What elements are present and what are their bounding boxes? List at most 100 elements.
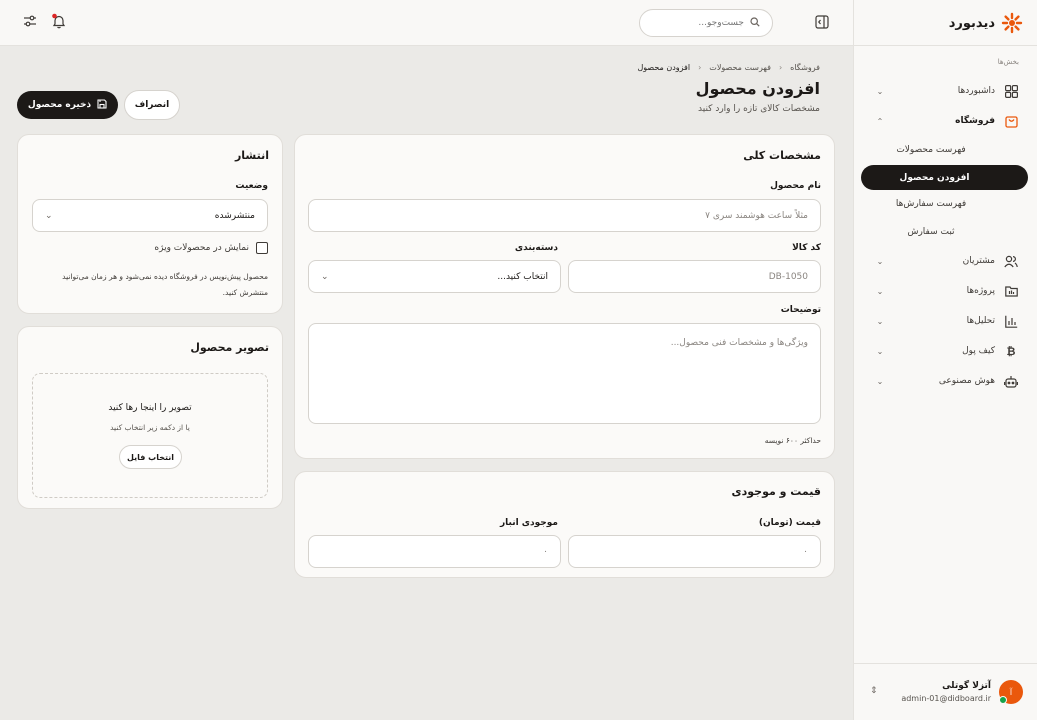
stock-value: ۰ xyxy=(543,546,548,557)
description-label: توضیحات xyxy=(780,305,821,315)
sidebar-item-wallet[interactable]: ₿ کیف پول ⌄ xyxy=(861,340,1027,362)
publish-card: انتشار وضعیت منتشرشده ⌄ نمایش در محصولات… xyxy=(17,134,283,314)
sidebar-item-dashboards[interactable]: داشبوردها ⌄ xyxy=(861,80,1027,102)
breadcrumb-current: افزودن محصول xyxy=(637,63,691,72)
chevron-left-icon: ‹ xyxy=(698,63,702,72)
sidebar-item-analytics[interactable]: تحلیل‌ها ⌄ xyxy=(861,310,1027,332)
chevron-up-down-icon[interactable]: ⇕ xyxy=(870,686,878,696)
user-info: آتزلا گوتلی admin-01@didboard.ir xyxy=(901,681,991,703)
sidebar-item-label: هوش مصنوعی xyxy=(938,376,995,386)
sidebar-subitem-new-order[interactable]: ثبت سفارش xyxy=(869,222,1013,242)
bitcoin-icon: ₿ xyxy=(1006,344,1016,358)
pricing-card: قیمت و موجودی قیمت (تومان) ۰ موجودی انبا… xyxy=(294,471,835,578)
dropzone-title: تصویر را اینجا رها کنید xyxy=(108,403,192,413)
search-input[interactable] xyxy=(654,18,744,28)
sidebar-item-label: تحلیل‌ها xyxy=(966,316,995,326)
chevron-down-icon: ⌄ xyxy=(876,86,884,96)
sku-field[interactable]: DB-1050 xyxy=(568,260,821,293)
online-status-dot xyxy=(999,696,1007,704)
chevron-up-icon: ⌃ xyxy=(876,116,884,126)
card-title: قیمت و موجودی xyxy=(731,485,821,498)
card-title: تصویر محصول xyxy=(190,341,269,354)
sidebar-subitem-add-product[interactable]: افزودن محصول xyxy=(861,165,1028,190)
divider xyxy=(854,663,1037,664)
placeholder: DB-1050 xyxy=(768,271,808,282)
avatar-initial: آ xyxy=(1009,687,1013,697)
description-textarea[interactable]: ویژگی‌ها و مشخصات فنی محصول... xyxy=(308,323,821,424)
sidebar-item-label: مشتریان xyxy=(962,256,995,266)
general-info-card: مشخصات کلی نام محصول مثلاً ساعت هوشمند س… xyxy=(294,134,835,459)
breadcrumb-item[interactable]: فروشگاه xyxy=(790,63,820,72)
sidebar-item-shop[interactable]: فروشگاه ⌃ xyxy=(861,110,1027,132)
sidebar-item-label: داشبوردها xyxy=(957,86,995,96)
image-dropzone[interactable]: تصویر را اینجا رها کنید یا از دکمه زیر ا… xyxy=(32,373,268,498)
placeholder: ویژگی‌ها و مشخصات فنی محصول... xyxy=(670,338,808,348)
sidebar-item-ai[interactable]: هوش مصنوعی ⌄ xyxy=(861,370,1027,392)
users-icon xyxy=(1003,253,1019,269)
bar-chart-icon xyxy=(1003,313,1019,329)
category-select[interactable]: انتخاب کنید... ⌄ xyxy=(308,260,561,293)
product-name-label: نام محصول xyxy=(770,181,821,191)
divider xyxy=(854,45,1037,46)
sidebar-toggle-icon[interactable] xyxy=(815,15,829,29)
stock-label: موجودی انبار xyxy=(499,518,558,528)
dropzone-subtitle: یا از دکمه زیر انتخاب کنید xyxy=(110,423,190,432)
price-label: قیمت (تومان) xyxy=(758,518,821,528)
user-menu[interactable]: آ آتزلا گوتلی admin-01@didboard.ir xyxy=(901,680,1023,704)
sidebar-item-projects[interactable]: پروژه‌ها ⌄ xyxy=(861,280,1027,302)
card-title: مشخصات کلی xyxy=(743,149,821,162)
sidebar-item-label: پروژه‌ها xyxy=(966,286,995,296)
stock-field[interactable]: ۰ xyxy=(308,535,561,568)
breadcrumb-item[interactable]: فهرست محصولات xyxy=(709,63,771,72)
page-title: افزودن محصول xyxy=(695,79,820,98)
chevron-down-icon: ⌄ xyxy=(876,256,884,266)
cancel-button[interactable]: انصراف xyxy=(124,90,180,120)
product-name-field[interactable]: مثلاً ساعت هوشمند سری ۷ xyxy=(308,199,821,232)
chevron-down-icon: ⌄ xyxy=(876,376,884,386)
sidebar-section-label: بخش‌ها xyxy=(997,58,1019,66)
choose-file-button[interactable]: انتخاب فایل xyxy=(119,445,182,469)
featured-checkbox-row[interactable]: نمایش در محصولات ویژه xyxy=(154,242,268,254)
save-label: ذخیره محصول xyxy=(27,100,92,110)
sun-logo-icon xyxy=(1001,12,1023,34)
brand[interactable]: دیدبورد xyxy=(949,11,1023,35)
status-select[interactable]: منتشرشده ⌄ xyxy=(32,199,268,232)
sidebar-item-label: فروشگاه xyxy=(955,116,995,126)
featured-checkbox[interactable] xyxy=(256,242,268,254)
sidebar-subitem-product-list[interactable]: فهرست محصولات xyxy=(869,140,1013,160)
floppy-disk-icon xyxy=(97,98,107,112)
sku-label: کد کالا xyxy=(792,243,821,253)
brand-name: دیدبورد xyxy=(948,15,995,31)
avatar: آ xyxy=(999,680,1023,704)
folder-icon xyxy=(1003,283,1019,299)
description-hint: حداکثر ۶۰۰ نویسه xyxy=(764,436,821,445)
bell-icon[interactable] xyxy=(51,13,67,29)
sidebar-item-customers[interactable]: مشتریان ⌄ xyxy=(861,250,1027,272)
status-value: منتشرشده xyxy=(214,210,255,221)
breadcrumb: فروشگاه ‹ فهرست محصولات ‹ افزودن محصول xyxy=(637,63,820,72)
featured-label: نمایش در محصولات ویژه xyxy=(154,243,249,253)
sidebar-subitem-order-list[interactable]: فهرست سفارش‌ها xyxy=(869,194,1013,214)
chevron-down-icon: ⌄ xyxy=(45,210,53,221)
price-field[interactable]: ۰ xyxy=(568,535,821,568)
sliders-icon[interactable] xyxy=(22,13,38,29)
search-box[interactable] xyxy=(639,9,773,37)
page-subtitle: مشخصات کالای تازه را وارد کنید xyxy=(698,104,820,114)
shopping-bag-icon xyxy=(1003,113,1019,129)
sidebar: دیدبورد بخش‌ها داشبوردها ⌄ فروشگاه ⌃ فهر… xyxy=(853,0,1037,720)
chevron-down-icon: ⌄ xyxy=(876,316,884,326)
robot-icon xyxy=(1003,373,1019,389)
sidebar-item-label: کیف پول xyxy=(962,346,995,356)
category-value: انتخاب کنید... xyxy=(497,271,548,282)
status-label: وضعیت xyxy=(235,181,268,191)
topbar xyxy=(0,0,853,46)
chevron-down-icon: ⌄ xyxy=(321,271,329,282)
save-product-button[interactable]: ذخیره محصول xyxy=(17,91,118,119)
price-value: ۰ xyxy=(803,546,808,557)
chevron-down-icon: ⌄ xyxy=(876,346,884,356)
user-name: آتزلا گوتلی xyxy=(942,681,991,691)
card-title: انتشار xyxy=(234,149,269,162)
chevron-down-icon: ⌄ xyxy=(876,286,884,296)
product-image-card: تصویر محصول تصویر را اینجا رها کنید یا ا… xyxy=(17,326,283,509)
user-email: admin-01@didboard.ir xyxy=(901,694,991,703)
